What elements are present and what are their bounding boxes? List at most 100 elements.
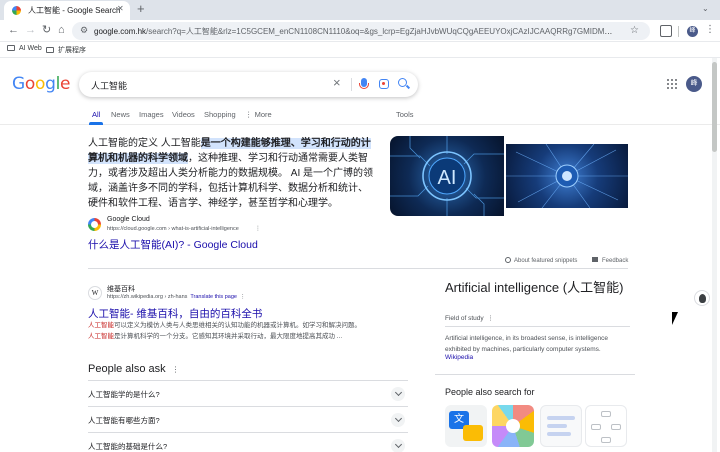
wiki-url[interactable]: https://zh.wikipedia.org › zh-hans bbox=[107, 294, 187, 300]
tools-button[interactable]: Tools bbox=[396, 110, 414, 119]
bookmark-label: 扩展程序 bbox=[58, 47, 86, 54]
bookmark-extensions[interactable]: 扩展程序 bbox=[46, 45, 86, 55]
pasf-card-flowchart[interactable] bbox=[585, 405, 627, 447]
forward-button[interactable]: → bbox=[25, 24, 36, 37]
snippet-image-ai-brain[interactable] bbox=[506, 144, 628, 208]
chevron-down-icon[interactable] bbox=[391, 439, 405, 452]
logo-letter: e bbox=[60, 74, 71, 94]
wiki-snippet-line: 人工智能可以定义为模仿人类与人类思维相关的认知功能的机器或计算机。如学习和解决问… bbox=[88, 320, 388, 331]
snippet-keyword: 人工智能 bbox=[88, 322, 114, 329]
snippet-result-link[interactable]: 什么是人工智能(AI)? - Google Cloud bbox=[88, 237, 258, 252]
kp-divider bbox=[435, 374, 635, 375]
wikipedia-link[interactable]: Wikipedia bbox=[445, 354, 473, 361]
page-scrollbar-thumb[interactable] bbox=[712, 62, 717, 152]
paa-divider bbox=[88, 432, 408, 433]
google-lens-icon[interactable] bbox=[379, 79, 389, 89]
chevron-down-icon[interactable] bbox=[391, 413, 405, 427]
paa-question[interactable]: 人工智能有哪些方面? bbox=[88, 415, 160, 426]
home-button[interactable]: ⌂ bbox=[58, 24, 65, 37]
paa-menu-icon[interactable]: ⋮ bbox=[172, 365, 180, 374]
tab-more[interactable]: ⋮ More bbox=[245, 110, 272, 119]
paa-divider bbox=[88, 406, 408, 407]
about-label: About featured snippets bbox=[514, 258, 578, 264]
tab-title: 人工智能 - Google Search bbox=[28, 6, 121, 15]
knowledge-panel-description: Artificial intelligence, in its broadest… bbox=[445, 335, 608, 353]
toolbar-divider bbox=[678, 26, 679, 37]
pasf-card-chart[interactable] bbox=[540, 405, 582, 447]
logo-letter: o bbox=[34, 74, 46, 94]
snippet-source-url[interactable]: https://cloud.google.com › what-is-artif… bbox=[107, 226, 239, 232]
tab-news[interactable]: News bbox=[111, 110, 130, 119]
knowledge-panel-title: Artificial intelligence (人工智能) bbox=[445, 280, 624, 295]
tab-close-icon[interactable]: ✕ bbox=[117, 4, 124, 13]
wiki-snippet-line: 人工智能是计算机科学的一个分支。它感知其环境并采取行动，最大限度地提高其成功 .… bbox=[88, 331, 388, 342]
logo-letter: G bbox=[12, 74, 25, 94]
snippet-source-name[interactable]: Google Cloud bbox=[107, 216, 150, 223]
snippet-divider bbox=[88, 268, 628, 269]
feedback-link[interactable]: Feedback bbox=[592, 257, 628, 264]
active-tab-indicator bbox=[89, 122, 103, 125]
tab-all[interactable]: All bbox=[92, 110, 100, 119]
reload-button[interactable]: ↻ bbox=[42, 24, 51, 37]
bookmark-star-icon[interactable]: ☆ bbox=[630, 25, 639, 36]
translate-link[interactable]: Translate this page bbox=[190, 294, 237, 300]
google-logo[interactable]: Google bbox=[12, 74, 71, 94]
kp-menu-icon[interactable]: ⋮ bbox=[487, 315, 494, 322]
search-icon[interactable] bbox=[398, 78, 407, 87]
google-cloud-favicon-icon bbox=[88, 218, 101, 231]
bookmarks-bar: AI Web 扩展程序 bbox=[0, 42, 720, 58]
extensions-puzzle-icon[interactable] bbox=[660, 25, 672, 37]
search-input[interactable]: 人工智能 bbox=[91, 79, 127, 92]
kp-subtitle-text: Field of study bbox=[445, 315, 484, 322]
wikipedia-favicon-icon: W bbox=[88, 286, 102, 300]
people-also-search-title: People also search for bbox=[445, 387, 535, 397]
address-bar[interactable]: ⚙ google.com.hk/search?q=人工智能&rlz=1C5GCE… bbox=[72, 22, 650, 40]
account-avatar[interactable]: 峰 bbox=[686, 76, 702, 92]
wiki-result-snippet: 人工智能可以定义为模仿人类与人类思维相关的认知功能的机器或计算机。如学习和解决问… bbox=[88, 320, 388, 342]
tab-shopping[interactable]: Shopping bbox=[204, 110, 236, 119]
wiki-url-row: https://zh.wikipedia.org › zh-hans Trans… bbox=[107, 294, 246, 300]
paa-question[interactable]: 人工智能学的是什么? bbox=[88, 389, 160, 400]
browser-menu-icon[interactable]: ⋮ bbox=[705, 24, 715, 35]
snippet-image-ai-chip[interactable]: AI bbox=[390, 136, 504, 216]
profile-avatar[interactable]: 峰 bbox=[687, 26, 698, 37]
pasf-card-translate[interactable]: 文 bbox=[445, 405, 487, 447]
snippet-text: 是计算机科学的一个分支。它感知其环境并采取行动，最大限度地提高其成功 ... bbox=[114, 333, 343, 340]
back-button[interactable]: ← bbox=[8, 24, 19, 37]
url-text: google.com.hk/search?q=人工智能&rlz=1C5GCEM_… bbox=[94, 26, 614, 37]
snippet-source-menu-icon[interactable]: ⋮ bbox=[255, 225, 261, 232]
bookmark-ai-web[interactable]: AI Web bbox=[7, 45, 42, 52]
translate-icon-back bbox=[463, 425, 483, 441]
paa-heading: People also ask bbox=[88, 363, 166, 375]
tab-search-chevron-icon[interactable]: ⌄ bbox=[702, 4, 709, 13]
featured-snippet-text: 人工智能的定义 人工智能是一个构建能够推理、学习和行动的计算机和机器的科学领域，… bbox=[88, 136, 376, 211]
snippet-text: 可以定义为模仿人类与人类思维相关的认知功能的机器或计算机。如学习和解决问题。 bbox=[114, 322, 361, 329]
bookmark-label: AI Web bbox=[19, 45, 42, 52]
mouse-cursor-icon bbox=[672, 312, 684, 325]
wiki-site-name[interactable]: 维基百科 bbox=[107, 284, 135, 294]
wiki-result-title[interactable]: 人工智能- 维基百科，自由的百科全书 bbox=[88, 306, 262, 321]
tab-videos[interactable]: Videos bbox=[172, 110, 195, 119]
chevron-down-icon[interactable] bbox=[391, 387, 405, 401]
url-path: /search?q=人工智能&rlz=1C5GCEM_enCN1108CN111… bbox=[146, 27, 614, 36]
paa-question[interactable]: 人工智能的基础是什么? bbox=[88, 441, 167, 452]
pasf-card-diagram[interactable] bbox=[492, 405, 534, 447]
google-apps-icon[interactable] bbox=[667, 79, 677, 89]
search-divider bbox=[351, 78, 352, 91]
search-box[interactable]: 人工智能 × bbox=[79, 72, 418, 97]
microphone-icon[interactable] bbox=[359, 78, 369, 89]
url-host: google.com.hk bbox=[94, 27, 147, 36]
ai-chip-illustration: AI bbox=[390, 136, 504, 216]
new-tab-button[interactable]: + bbox=[137, 2, 145, 16]
site-info-icon[interactable]: ⚙ bbox=[80, 25, 88, 36]
tab-images[interactable]: Images bbox=[139, 110, 164, 119]
snippet-lead: 人工智能的定义 人工智能 bbox=[88, 138, 201, 149]
wiki-menu-icon[interactable]: ⋮ bbox=[240, 294, 246, 300]
about-featured-snippets-link[interactable]: About featured snippets bbox=[505, 257, 577, 264]
tab-strip: 人工智能 - Google Search ✕ + ⌄ bbox=[0, 0, 720, 20]
ai-network-illustration bbox=[506, 144, 628, 208]
floating-assistant-icon[interactable] bbox=[694, 290, 710, 306]
feedback-label: Feedback bbox=[602, 258, 629, 264]
browser-tab-active[interactable]: 人工智能 - Google Search ✕ bbox=[4, 1, 130, 20]
clear-search-icon[interactable]: × bbox=[333, 76, 341, 90]
